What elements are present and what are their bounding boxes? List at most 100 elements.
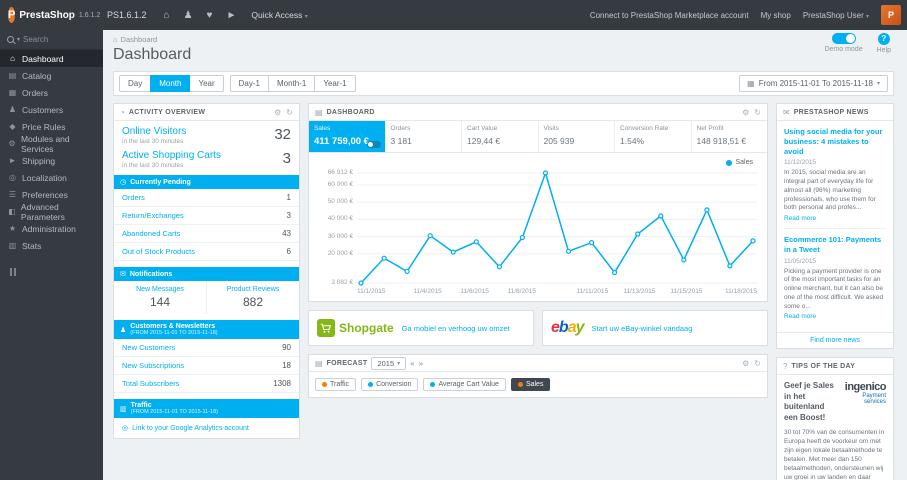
y-axis-tick: 3 082 €: [331, 279, 353, 286]
tag-icon: ◆: [9, 122, 16, 131]
y-axis-tick: 66 912 €: [327, 169, 353, 176]
sidebar-item-administration[interactable]: ★ Administration: [0, 220, 103, 237]
help-icon[interactable]: ?: [877, 33, 890, 45]
news-headline-link[interactable]: Using social media for your business: 4 …: [784, 127, 886, 156]
rocket-icon[interactable]: ►: [226, 10, 236, 21]
pending-returns-row[interactable]: Return/Exchanges 3: [114, 207, 299, 225]
filter-month-1-button[interactable]: Month-1: [267, 75, 316, 92]
kpi-label: Net Profit: [696, 125, 724, 132]
panel-title: ACTIVITY OVERVIEW: [128, 108, 206, 116]
user-menu[interactable]: PrestaShop User ▾: [803, 11, 869, 20]
forecast-avg-cart-chip[interactable]: Average Cart Value: [423, 378, 506, 391]
sales-toggle[interactable]: [366, 141, 381, 148]
sidebar-item-label: Administration: [22, 223, 76, 234]
row-value: 18: [282, 361, 291, 370]
kpi-cart-value[interactable]: Cart Value 129,44 €: [462, 121, 539, 152]
new-subscriptions-row[interactable]: New Subscriptions 18: [114, 357, 299, 375]
news-excerpt: In 2015, social media are an integral pa…: [784, 169, 876, 212]
refresh-icon[interactable]: ↻: [754, 108, 761, 117]
forecast-traffic-chip[interactable]: Traffic: [315, 378, 357, 391]
product-reviews-cell[interactable]: Product Reviews 882: [207, 281, 299, 314]
sidebar-search[interactable]: ▾: [0, 30, 103, 50]
google-analytics-link[interactable]: ◎ Link to your Google Analytics account: [114, 418, 299, 438]
prestashop-logo[interactable]: P PrestaShop 1.6.1.2: [0, 7, 103, 23]
gear-icon[interactable]: ⚙: [742, 359, 749, 368]
online-visitors-link[interactable]: Online Visitors: [122, 126, 186, 137]
sidebar-item-localization[interactable]: ◎ Localization: [0, 169, 103, 186]
gear-icon[interactable]: ⚙: [742, 108, 749, 117]
sidebar-item-preferences[interactable]: ☰ Preferences: [0, 186, 103, 203]
row-label: New Subscriptions: [122, 361, 185, 370]
total-subscribers-row[interactable]: Total Subscribers 1308: [114, 375, 299, 393]
kpi-sales[interactable]: Sales 411 759,00 €: [309, 121, 386, 152]
sidebar-item-catalog[interactable]: ▤ Catalog: [0, 67, 103, 84]
sidebar-item-modules[interactable]: ⚙ Modules and Services: [0, 134, 103, 154]
sidebar-item-dashboard[interactable]: ⌂ Dashboard: [0, 50, 103, 67]
active-carts-link[interactable]: Active Shopping Carts: [122, 150, 221, 161]
forecast-year-select[interactable]: 2015 ▾: [371, 356, 407, 370]
sidebar-item-shipping[interactable]: ► Shipping: [0, 152, 103, 169]
shopgate-link[interactable]: Ga mobiel en verhoog uw omzet: [402, 324, 510, 333]
ebay-promo-card[interactable]: ebay Start uw eBay-winkel vandaag: [542, 310, 768, 346]
forecast-icon: ▤: [315, 358, 323, 368]
customers-icon: ♟: [120, 326, 127, 334]
forecast-panel: ▤ FORECAST 2015 ▾ « » ⚙ ↻ Traffic Conver…: [308, 354, 768, 398]
filter-day-1-button[interactable]: Day-1: [229, 75, 269, 92]
breadcrumb[interactable]: ⌂ Dashboard: [113, 35, 894, 44]
out-of-stock-row[interactable]: Out of Stock Products 6: [114, 243, 299, 261]
kpi-net-profit[interactable]: Net Profit 148 918,51 €: [692, 121, 768, 152]
next-period-button[interactable]: »: [419, 359, 423, 368]
demo-mode-toggle[interactable]: [831, 33, 856, 44]
row-label: Return/Exchanges: [122, 211, 184, 220]
marketplace-connect-link[interactable]: Connect to PrestaShop Marketplace accoun…: [590, 11, 749, 20]
new-customers-row[interactable]: New Customers 90: [114, 339, 299, 357]
search-input[interactable]: [23, 35, 84, 44]
kpi-label: Sales: [314, 125, 331, 132]
read-more-link[interactable]: Read more: [784, 313, 886, 320]
gear-icon[interactable]: ⚙: [274, 108, 281, 117]
favorites-icon[interactable]: ♥: [207, 10, 213, 21]
sidebar-item-price-rules[interactable]: ◆ Price Rules: [0, 118, 103, 135]
chart-legend[interactable]: Sales: [726, 159, 753, 166]
filter-day-button[interactable]: Day: [119, 75, 152, 92]
sidebar-item-customers[interactable]: ♟ Customers: [0, 101, 103, 118]
refresh-icon[interactable]: ↻: [754, 359, 761, 368]
read-more-link[interactable]: Read more: [784, 215, 886, 222]
abandoned-carts-row[interactable]: Abandoned Carts 43: [114, 225, 299, 243]
forecast-conversion-chip[interactable]: Conversion: [361, 378, 419, 391]
quick-access-menu[interactable]: Quick Access ▾: [251, 10, 307, 20]
y-axis-tick: 60 000 €: [327, 180, 353, 188]
news-date: 11/05/2015: [784, 257, 817, 265]
filter-year-button[interactable]: Year: [189, 75, 224, 92]
refresh-icon[interactable]: ↻: [286, 108, 293, 117]
y-axis-tick: 40 000 €: [327, 215, 353, 223]
find-more-news-link[interactable]: Find more news: [777, 332, 893, 348]
shopgate-promo-card[interactable]: Shopgate Ga mobiel en verhoog uw omzet: [308, 310, 534, 346]
avatar[interactable]: P: [881, 5, 901, 25]
shop-name[interactable]: PS1.6.1.2: [107, 10, 147, 20]
kpi-conversion-rate[interactable]: Conversion Rate 1.54%: [615, 121, 692, 152]
my-shop-link[interactable]: My shop: [761, 11, 791, 20]
ebay-link[interactable]: Start uw eBay-winkel vandaag: [592, 324, 693, 333]
sales-line-chart[interactable]: [357, 169, 757, 287]
sidebar-item-advanced-parameters[interactable]: ◧ Advanced Parameters: [0, 202, 103, 222]
forecast-sales-chip[interactable]: Sales: [510, 378, 551, 391]
stats-icon: ▥: [8, 241, 17, 250]
pending-orders-row[interactable]: Orders 1: [114, 189, 299, 207]
kpi-visits[interactable]: Visits 205 939: [539, 121, 615, 152]
sidebar-item-orders[interactable]: ▦ Orders: [0, 84, 103, 101]
chevron-down-icon[interactable]: ▾: [17, 36, 20, 43]
sidebar-collapse-button[interactable]: [10, 268, 103, 276]
globe-icon: ◎: [9, 173, 16, 182]
prev-period-button[interactable]: «: [410, 359, 414, 368]
news-headline-link[interactable]: Ecommerce 101: Payments in a Tweet: [784, 235, 886, 255]
kpi-orders[interactable]: Orders 3 181: [386, 121, 462, 152]
filter-year-1-button[interactable]: Year-1: [314, 75, 356, 92]
new-messages-cell[interactable]: New Messages 144: [114, 281, 207, 314]
sidebar-item-stats[interactable]: ▥ Stats: [0, 237, 103, 254]
date-range-picker[interactable]: ▦ From 2015-11-01 To 2015-11-18 ▾: [739, 75, 888, 92]
news-date: 11/12/2015: [784, 159, 817, 167]
store-icon[interactable]: ⌂: [164, 10, 170, 21]
employee-icon[interactable]: ♟: [184, 10, 193, 21]
filter-month-button[interactable]: Month: [150, 75, 191, 92]
